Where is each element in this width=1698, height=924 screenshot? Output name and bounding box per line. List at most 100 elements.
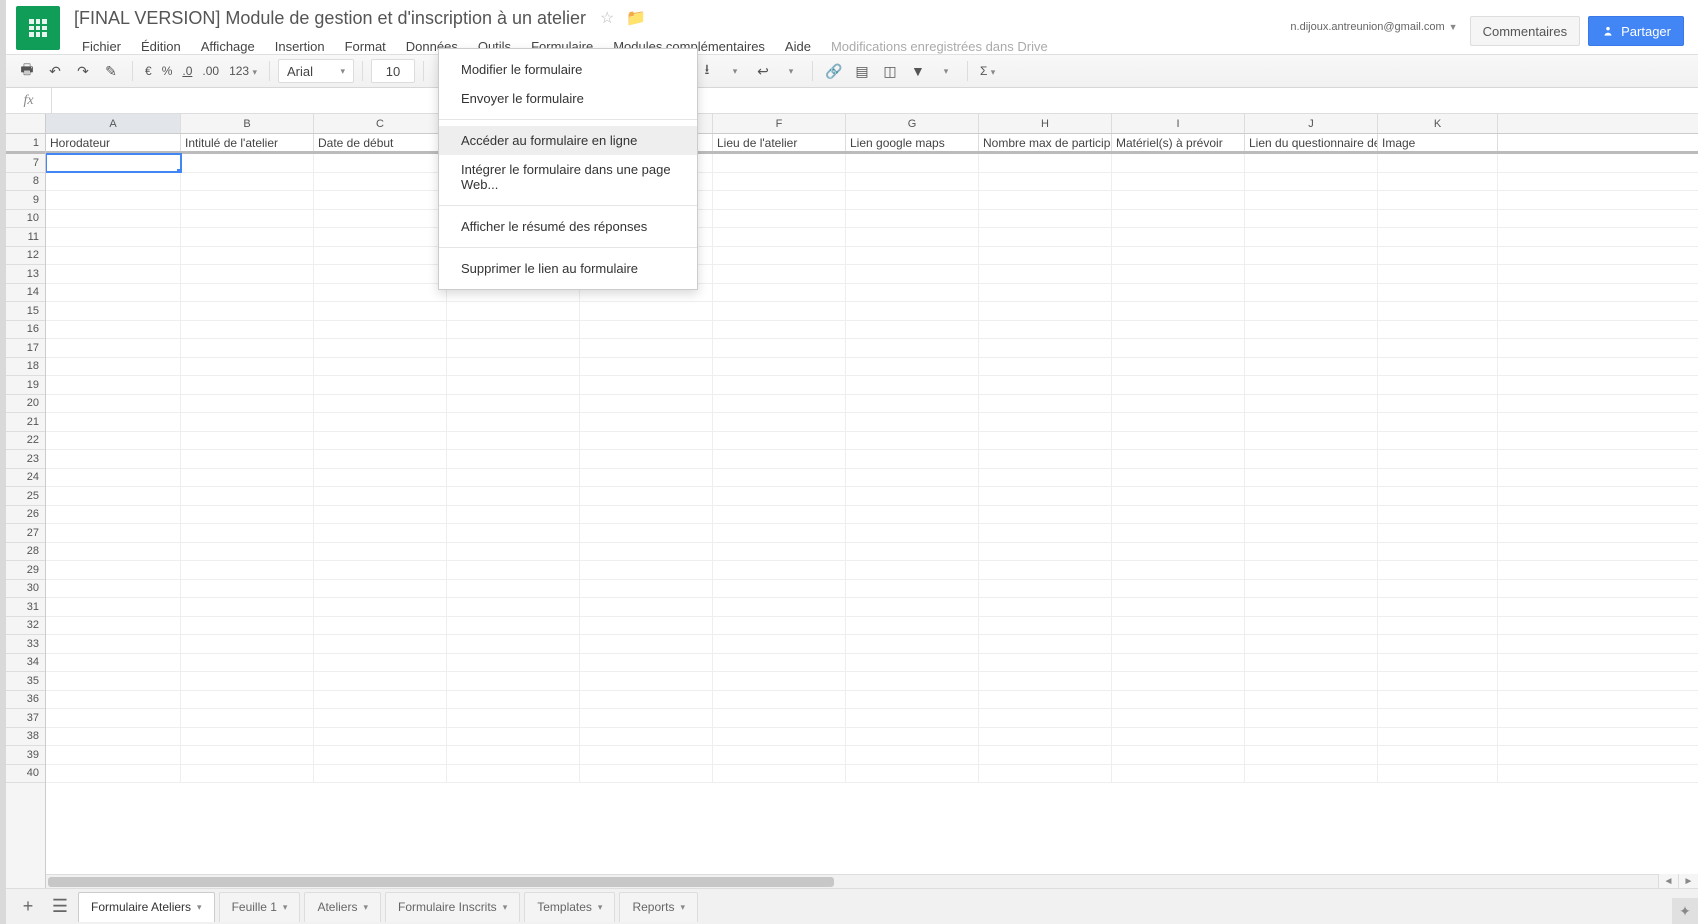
cell[interactable] — [1112, 432, 1245, 450]
cell[interactable] — [46, 691, 181, 709]
cell[interactable] — [846, 598, 979, 616]
filter-icon[interactable]: ▼ — [905, 58, 931, 84]
row-header-13[interactable]: 13 — [6, 265, 45, 284]
row-header-18[interactable]: 18 — [6, 358, 45, 377]
cell[interactable] — [1112, 765, 1245, 783]
cell[interactable] — [713, 210, 846, 228]
vertical-align-dropdown-icon[interactable]: ▾ — [722, 58, 748, 84]
user-email[interactable]: n.dijoux.antreunion@gmail.com ▼ — [1290, 21, 1457, 33]
chevron-down-icon[interactable]: ▾ — [363, 902, 368, 913]
font-select[interactable]: Arial ▾ — [278, 59, 354, 83]
cell[interactable]: Lien du questionnaire de — [1245, 134, 1378, 151]
sheets-logo[interactable] — [16, 6, 60, 50]
row-header-37[interactable]: 37 — [6, 709, 45, 728]
cell[interactable] — [1245, 210, 1378, 228]
cell[interactable] — [979, 376, 1112, 394]
cell[interactable] — [314, 709, 447, 727]
cell[interactable] — [1112, 450, 1245, 468]
cell[interactable] — [713, 191, 846, 209]
cell[interactable] — [979, 617, 1112, 635]
cell[interactable] — [713, 339, 846, 357]
cell[interactable] — [979, 284, 1112, 302]
cell[interactable] — [314, 543, 447, 561]
menu-option[interactable]: Intégrer le formulaire dans une page Web… — [439, 155, 697, 199]
cell[interactable] — [846, 617, 979, 635]
cell[interactable] — [580, 765, 713, 783]
cell[interactable] — [713, 154, 846, 172]
print-icon[interactable]: 🖶 — [14, 58, 40, 84]
row-header-19[interactable]: 19 — [6, 376, 45, 395]
cell[interactable] — [580, 450, 713, 468]
cell[interactable] — [1112, 672, 1245, 690]
cell[interactable] — [1378, 617, 1498, 635]
cell[interactable] — [1378, 765, 1498, 783]
col-header-C[interactable]: C — [314, 114, 447, 133]
cell[interactable] — [181, 450, 314, 468]
cell[interactable] — [1378, 469, 1498, 487]
cell[interactable] — [1245, 413, 1378, 431]
row-header-15[interactable]: 15 — [6, 302, 45, 321]
row-header-17[interactable]: 17 — [6, 339, 45, 358]
cell[interactable] — [181, 376, 314, 394]
cell[interactable] — [846, 746, 979, 764]
sheet-tab[interactable]: Ateliers▾ — [304, 892, 381, 922]
cell[interactable] — [314, 617, 447, 635]
row-header-24[interactable]: 24 — [6, 469, 45, 488]
cell[interactable] — [181, 358, 314, 376]
cell[interactable] — [1378, 376, 1498, 394]
scroll-left-icon[interactable]: ◄ — [1658, 874, 1678, 888]
cell[interactable] — [181, 728, 314, 746]
row-header-22[interactable]: 22 — [6, 432, 45, 451]
cell[interactable] — [1378, 672, 1498, 690]
cell[interactable] — [713, 376, 846, 394]
cell[interactable] — [46, 580, 181, 598]
cell[interactable] — [46, 154, 181, 172]
cell[interactable] — [846, 339, 979, 357]
cell[interactable] — [1245, 339, 1378, 357]
cell[interactable] — [181, 395, 314, 413]
row-header-32[interactable]: 32 — [6, 617, 45, 636]
cell[interactable] — [1112, 376, 1245, 394]
cell[interactable]: Nombre max de participa — [979, 134, 1112, 151]
cell[interactable] — [1378, 210, 1498, 228]
undo-icon[interactable]: ↶ — [42, 58, 68, 84]
add-sheet-button[interactable]: + — [14, 893, 42, 921]
cell[interactable] — [1112, 598, 1245, 616]
percent-button[interactable]: % — [158, 64, 177, 78]
cell[interactable] — [1112, 654, 1245, 672]
cell[interactable] — [181, 672, 314, 690]
cell[interactable] — [580, 672, 713, 690]
cell[interactable] — [846, 728, 979, 746]
cell[interactable] — [1112, 746, 1245, 764]
cell[interactable] — [46, 358, 181, 376]
cell[interactable] — [447, 506, 580, 524]
sheet-tab[interactable]: Reports▾ — [619, 892, 698, 922]
cell[interactable] — [46, 728, 181, 746]
cell[interactable] — [1378, 654, 1498, 672]
cell[interactable] — [1378, 358, 1498, 376]
cell[interactable] — [181, 635, 314, 653]
cell[interactable] — [181, 321, 314, 339]
cell[interactable] — [979, 173, 1112, 191]
cell[interactable] — [1112, 358, 1245, 376]
cell[interactable] — [1245, 173, 1378, 191]
row-header-1[interactable]: 1 — [6, 134, 45, 154]
cell[interactable] — [314, 506, 447, 524]
cell[interactable] — [46, 413, 181, 431]
cell[interactable] — [846, 765, 979, 783]
cell[interactable] — [713, 746, 846, 764]
cell[interactable] — [979, 413, 1112, 431]
cell[interactable] — [846, 709, 979, 727]
row-header-36[interactable]: 36 — [6, 691, 45, 710]
cell[interactable] — [713, 728, 846, 746]
cell[interactable] — [846, 376, 979, 394]
cell[interactable] — [580, 524, 713, 542]
cell[interactable] — [580, 469, 713, 487]
cell[interactable] — [1245, 450, 1378, 468]
cell[interactable] — [314, 265, 447, 283]
col-header-I[interactable]: I — [1112, 114, 1245, 133]
cell[interactable] — [314, 228, 447, 246]
cell[interactable] — [1112, 635, 1245, 653]
cell[interactable] — [979, 672, 1112, 690]
cell[interactable] — [314, 191, 447, 209]
